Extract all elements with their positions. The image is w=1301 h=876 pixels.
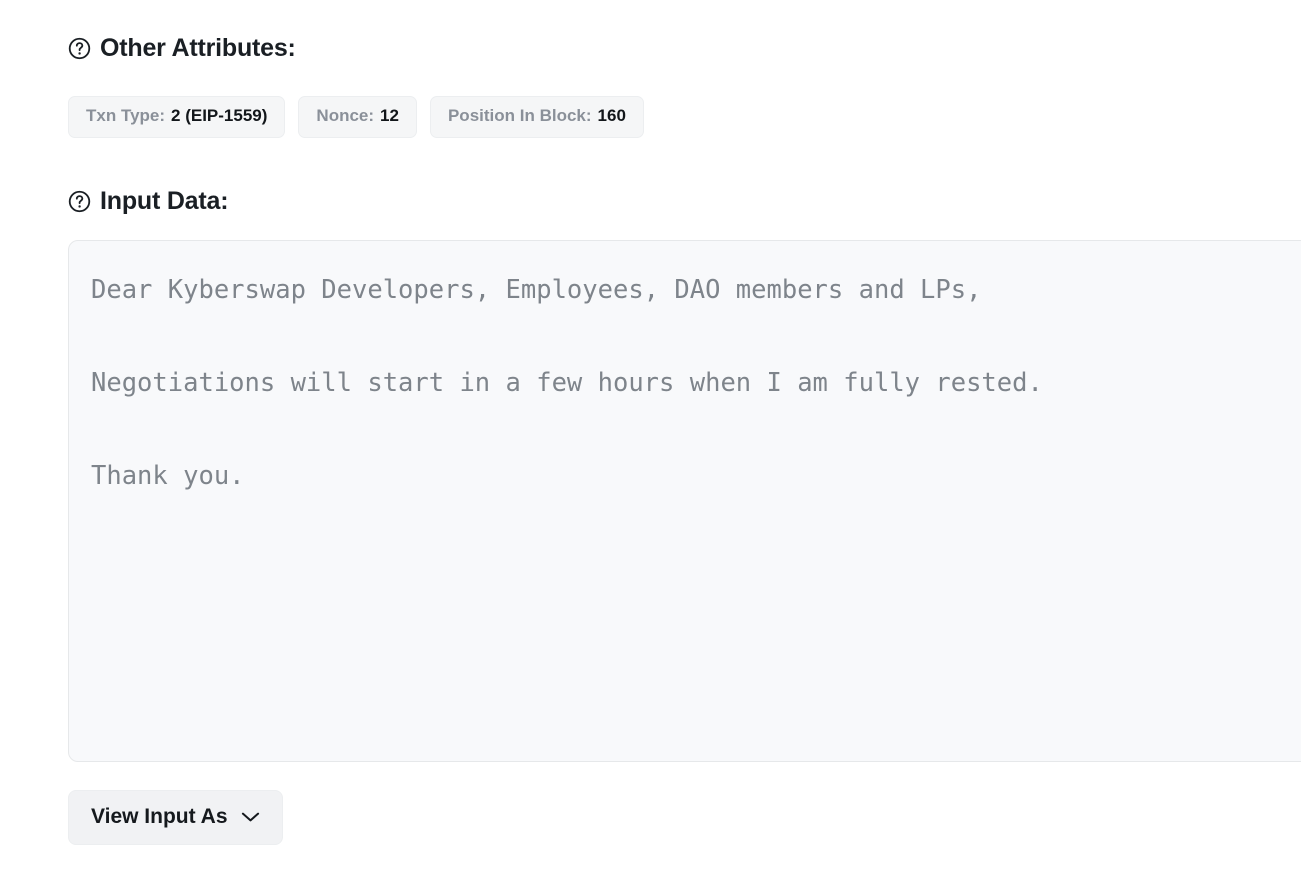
input-data-textarea[interactable]: Dear Kyberswap Developers, Employees, DA… [68, 240, 1301, 762]
input-data-heading: Input Data: [68, 187, 229, 216]
badge-txn-type-label: Txn Type: [86, 106, 166, 125]
view-input-as-label: View Input As [91, 805, 228, 828]
view-input-as-button[interactable]: View Input As [68, 790, 283, 845]
badge-position-in-block: Position In Block: 160 [429, 96, 644, 138]
question-circle-icon[interactable] [68, 190, 91, 213]
chevron-down-icon [241, 811, 260, 823]
badge-position-in-block-label: Position In Block: [447, 106, 592, 125]
input-data-heading-label: Input Data: [100, 187, 229, 215]
badge-nonce-value: 12 [380, 106, 399, 125]
badge-nonce: Nonce: 12 [298, 96, 417, 138]
badge-txn-type-value: 2 (EIP-1559) [171, 106, 268, 125]
badge-nonce-label: Nonce: [316, 106, 375, 125]
other-attributes-badge-row: Txn Type: 2 (EIP-1559) Nonce: 12 Positio… [68, 96, 644, 138]
other-attributes-heading: Other Attributes: [68, 34, 296, 63]
other-attributes-heading-label: Other Attributes: [100, 34, 296, 62]
input-data-content: Dear Kyberswap Developers, Employees, DA… [91, 275, 1043, 491]
question-circle-icon[interactable] [68, 37, 91, 60]
badge-position-in-block-value: 160 [597, 106, 626, 125]
transaction-details-panel: Other Attributes: Txn Type: 2 (EIP-1559)… [0, 0, 1301, 876]
badge-txn-type: Txn Type: 2 (EIP-1559) [68, 96, 286, 138]
